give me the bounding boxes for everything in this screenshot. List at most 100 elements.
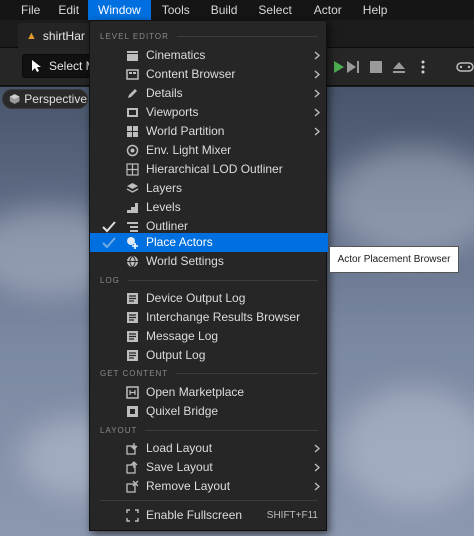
menu-item-hlod-outliner[interactable]: Hierarchical LOD Outliner — [90, 160, 328, 179]
chevron-right-icon — [314, 444, 320, 453]
perspective-button[interactable]: Perspective — [2, 89, 88, 109]
levels-icon — [126, 201, 139, 214]
content-browser-icon — [126, 68, 139, 81]
cursor-icon — [32, 60, 41, 72]
tooltip: Actor Placement Browser — [329, 246, 459, 273]
stop-button[interactable] — [367, 58, 385, 76]
load-layout-icon — [126, 442, 139, 455]
menu-item-label: World Partition — [146, 124, 225, 138]
chevron-right-icon — [314, 127, 320, 136]
section-divider — [145, 429, 318, 431]
menu-item-label: Quixel Bridge — [146, 404, 219, 418]
menu-item-load-layout[interactable]: Load Layout — [90, 439, 328, 458]
section-label: GET CONTENT — [100, 368, 169, 378]
menu-item-label: Remove Layout — [146, 479, 231, 493]
menu-item-levels[interactable]: Levels — [90, 198, 328, 217]
menu-item-world-partition[interactable]: World Partition — [90, 122, 328, 141]
chevron-right-icon — [314, 108, 320, 117]
menu-item-label: Message Log — [146, 329, 219, 343]
remove-layout-icon — [126, 480, 139, 493]
section-label: LAYOUT — [100, 425, 138, 435]
menu-item-remove-layout[interactable]: Remove Layout — [90, 477, 328, 496]
globe-icon — [126, 255, 139, 268]
menu-item-label: Details — [146, 86, 183, 100]
menu-item-label: Content Browser — [146, 67, 236, 81]
menu-item-place-actors[interactable]: Place Actors — [90, 233, 328, 252]
chevron-right-icon — [314, 89, 320, 98]
menu-item-env-light-mixer[interactable]: Env. Light Mixer — [90, 141, 328, 160]
chevron-right-icon — [314, 51, 320, 60]
menu-bar: File Edit Window Tools Build Select Acto… — [0, 0, 474, 20]
menu-item-label: Levels — [146, 200, 181, 214]
menu-item-label: Viewports — [146, 105, 199, 119]
save-layout-icon — [126, 461, 139, 474]
menu-item-label: Place Actors — [146, 235, 213, 249]
menu-item-details[interactable]: Details — [90, 84, 328, 103]
place-actors-icon — [126, 236, 139, 249]
menu-actor[interactable]: Actor — [303, 0, 353, 20]
menu-file[interactable]: File — [0, 0, 49, 20]
menu-item-message-log[interactable]: Message Log — [90, 327, 328, 346]
checkmark-icon — [102, 237, 116, 249]
platforms-button[interactable] — [455, 58, 474, 76]
menu-tools[interactable]: Tools — [151, 0, 201, 20]
menu-item-label: Interchange Results Browser — [146, 310, 301, 324]
layers-icon — [126, 182, 139, 195]
section-label: LEVEL EDITOR — [100, 31, 169, 41]
menu-edit[interactable]: Edit — [49, 0, 88, 20]
menu-divider — [100, 500, 318, 501]
chevron-right-icon — [314, 482, 320, 491]
menu-item-label: World Settings — [146, 254, 224, 268]
menu-item-label: Output Log — [146, 348, 206, 362]
menu-item-cinematics[interactable]: Cinematics — [90, 46, 328, 65]
section-divider — [176, 372, 318, 374]
menu-item-label: Hierarchical LOD Outliner — [146, 162, 283, 176]
level-tab-label: shirtHar — [42, 28, 85, 43]
menu-item-label: Layers — [146, 181, 183, 195]
section-get-content: GET CONTENT — [90, 364, 328, 382]
section-divider — [127, 279, 318, 281]
menu-select[interactable]: Select — [247, 0, 302, 20]
section-layout: LAYOUT — [90, 421, 328, 439]
menu-item-label: Cinematics — [146, 48, 206, 62]
log-icon — [126, 292, 139, 305]
menu-item-layers[interactable]: Layers — [90, 179, 328, 198]
window-menu: LEVEL EDITOR Cinematics Content Browser … — [89, 20, 328, 531]
menu-item-quixel-bridge[interactable]: Quixel Bridge — [90, 402, 328, 421]
skip-button[interactable] — [344, 58, 362, 76]
select-mode-dropdown[interactable]: Select M — [22, 54, 98, 78]
section-log: LOG — [90, 271, 328, 289]
shortcut-label: SHIFT+F11 — [266, 510, 318, 521]
menu-item-device-output-log[interactable]: Device Output Log — [90, 289, 328, 308]
menu-item-enable-fullscreen[interactable]: Enable Fullscreen SHIFT+F11 — [90, 506, 328, 525]
menu-item-label: Load Layout — [146, 441, 213, 455]
menu-item-world-settings[interactable]: World Settings — [90, 252, 328, 271]
chevron-right-icon — [314, 463, 320, 472]
menu-item-label: Open Marketplace — [146, 385, 245, 399]
menu-item-open-marketplace[interactable]: Open Marketplace — [90, 383, 328, 402]
chevron-right-icon — [314, 70, 320, 79]
menu-item-viewports[interactable]: Viewports — [90, 103, 328, 122]
skip-icon — [347, 61, 359, 73]
menu-item-output-log[interactable]: Output Log — [90, 346, 328, 365]
grid-icon — [126, 125, 139, 138]
eject-button[interactable] — [390, 58, 408, 76]
viewport-icon — [126, 106, 139, 119]
menu-window[interactable]: Window — [88, 0, 151, 20]
menu-item-content-browser[interactable]: Content Browser — [90, 65, 328, 84]
log-icon — [126, 330, 139, 343]
checkmark-icon — [102, 221, 116, 233]
more-options-button[interactable] — [414, 58, 432, 76]
menu-help[interactable]: Help — [353, 0, 398, 20]
menu-item-label: Env. Light Mixer — [146, 143, 232, 157]
gamepad-icon — [455, 62, 474, 72]
cube-icon — [9, 94, 20, 104]
perspective-label: Perspective — [24, 92, 87, 106]
menu-build[interactable]: Build — [201, 0, 248, 20]
light-mixer-icon — [126, 144, 139, 157]
stop-icon — [370, 61, 382, 73]
menu-item-save-layout[interactable]: Save Layout — [90, 458, 328, 477]
menu-item-interchange-results[interactable]: Interchange Results Browser — [90, 308, 328, 327]
log-icon — [126, 311, 139, 324]
marketplace-icon — [126, 386, 139, 399]
